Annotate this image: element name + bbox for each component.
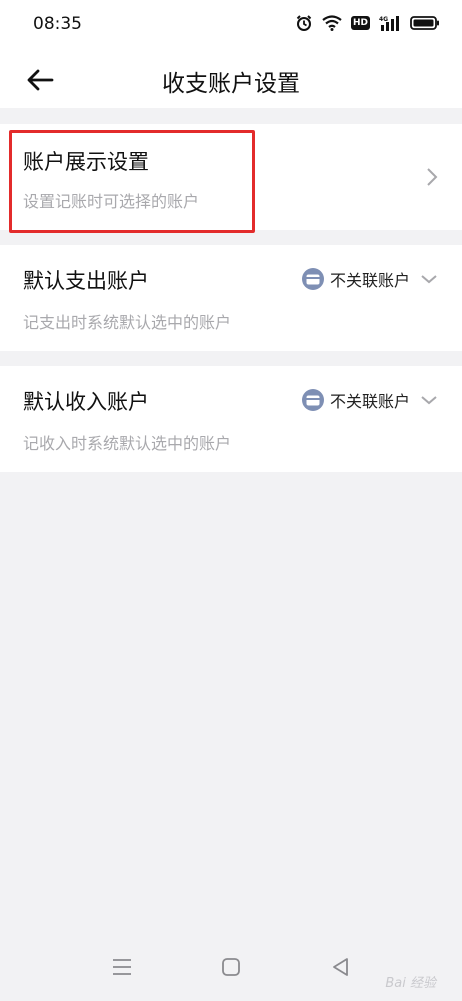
default-income-account-description: 记收入时系统默认选中的账户 bbox=[23, 434, 232, 453]
status-time: 08:35 bbox=[33, 14, 82, 34]
default-income-account-title: 默认收入账户 bbox=[23, 390, 149, 414]
wifi-icon bbox=[322, 15, 342, 31]
signal-4g-icon: 4G bbox=[379, 16, 399, 31]
status-icons: HD 4G bbox=[295, 14, 440, 32]
account-card-icon bbox=[301, 389, 324, 411]
default-expense-account-value: 不关联账户 bbox=[329, 271, 410, 290]
battery-icon bbox=[410, 16, 439, 30]
alarm-icon bbox=[296, 15, 312, 31]
default-expense-account-row[interactable]: 默认支出账户 记支出时系统默认选中的账户 不关联账户 bbox=[0, 245, 462, 351]
system-nav-bar: Bai 经验 bbox=[0, 937, 462, 1001]
account-card-icon bbox=[301, 268, 324, 290]
status-bar: 08:35 HD 4G bbox=[0, 0, 462, 50]
chevron-down-icon bbox=[421, 275, 437, 284]
chevron-down-icon bbox=[421, 396, 437, 405]
header: 收支账户设置 bbox=[0, 50, 462, 108]
chevron-right-icon bbox=[427, 168, 438, 186]
default-expense-account-title: 默认支出账户 bbox=[23, 269, 149, 293]
svg-text:4G: 4G bbox=[379, 16, 388, 23]
home-icon[interactable] bbox=[221, 957, 241, 977]
default-income-account-select[interactable]: 不关联账户 bbox=[301, 388, 438, 412]
page-title: 收支账户设置 bbox=[162, 71, 300, 97]
back-icon[interactable] bbox=[331, 957, 351, 977]
default-expense-account-description: 记支出时系统默认选中的账户 bbox=[23, 313, 232, 332]
default-income-account-row[interactable]: 默认收入账户 记收入时系统默认选中的账户 不关联账户 bbox=[0, 366, 462, 472]
default-income-account-value: 不关联账户 bbox=[329, 392, 410, 411]
hd-icon: HD bbox=[350, 16, 370, 30]
watermark: Bai 经验 bbox=[385, 976, 436, 991]
default-expense-account-select[interactable]: 不关联账户 bbox=[301, 267, 438, 291]
highlight-box bbox=[9, 130, 255, 233]
menu-icon[interactable] bbox=[111, 957, 133, 977]
